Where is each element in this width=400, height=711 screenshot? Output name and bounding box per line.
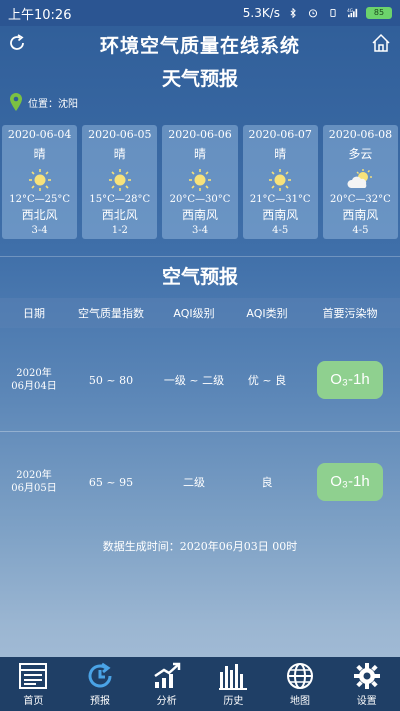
globe-icon <box>287 662 314 689</box>
forecast-clock-icon <box>88 662 112 687</box>
day-wind-level: 3-4 <box>31 225 48 236</box>
status-bar: 上午10:26 5.3K/s 4G 85 <box>0 0 400 26</box>
row-separator <box>0 431 400 432</box>
row-aqi-category: 优 ~ 良 <box>247 374 287 387</box>
day-wind: 西北风 <box>21 208 58 222</box>
svg-text:4G: 4G <box>347 8 353 13</box>
day-wind: 西南风 <box>262 208 299 222</box>
row-date: 2020年 06月05日 <box>0 469 68 495</box>
day-wind-level: 3-4 <box>191 225 209 236</box>
location: 位置：沈阳 <box>8 92 78 112</box>
weather-day-card: 2020-06-06 晴 20°C—30°C 西南风 3-4 <box>162 125 238 239</box>
title-bar: 环境空气质量在线系统 <box>0 26 400 62</box>
row-date-year: 2020年 <box>16 470 52 481</box>
day-date: 2020-06-08 <box>328 128 393 141</box>
nav-label: 首页 <box>23 695 44 707</box>
column-header-aqi-level: AQI级别 <box>173 307 215 320</box>
day-date: 2020-06-07 <box>248 128 312 141</box>
status-indicators: 5.3K/s 4G 85 <box>243 6 392 20</box>
row-aqi: 65 ~ 95 <box>88 475 134 489</box>
nav-label: 预报 <box>90 695 110 707</box>
air-section-title: 空气预报 <box>161 266 238 288</box>
bottom-nav: 首页 预报 分析 历史 地图 设置 <box>0 657 400 711</box>
home-doc-icon <box>19 662 48 689</box>
day-condition: 多云 <box>348 147 373 161</box>
history-bars-icon <box>219 663 248 690</box>
sun-icon <box>108 169 131 191</box>
day-condition: 晴 <box>33 147 46 161</box>
vibrate-icon <box>330 8 336 18</box>
nav-item-history[interactable]: 历史 <box>200 657 267 711</box>
weather-day-card: 2020-06-04 晴 12°C—25°C 西北风 3-4 <box>2 125 78 239</box>
table-row: 2020年 06月04日 50 ~ 80 一级 ~ 二级 优 ~ 良 O₃-1h <box>0 332 400 428</box>
bluetooth-icon <box>290 8 296 18</box>
column-header-aqi: 空气质量指数 <box>78 307 144 320</box>
nav-label: 分析 <box>156 695 177 707</box>
day-wind-level: 1-2 <box>111 225 128 236</box>
net-speed: 5.3K/s <box>242 6 280 20</box>
row-date-day: 06月05日 <box>11 483 57 494</box>
location-label: 位置：沈阳 <box>28 98 78 110</box>
refresh-icon[interactable] <box>6 32 28 54</box>
alarm-icon <box>308 9 318 18</box>
nav-item-settings[interactable]: 设置 <box>333 657 400 711</box>
day-wind-level: 4-5 <box>272 225 289 236</box>
row-aqi-level: 一级 ~ 二级 <box>163 374 225 387</box>
column-header-pollutant: 首要污染物 <box>322 307 378 320</box>
battery-icon: 85 <box>366 7 392 19</box>
pollutant-badge[interactable]: O₃-1h <box>317 361 383 399</box>
signal-icon: 4G <box>347 8 358 18</box>
day-wind: 西北风 <box>101 208 138 222</box>
table-row: 2020年 06月05日 65 ~ 95 二级 良 O₃-1h <box>0 434 400 530</box>
app-title: 环境空气质量在线系统 <box>99 34 300 57</box>
day-wind: 西南风 <box>342 208 379 222</box>
nav-item-analysis[interactable]: 分析 <box>133 657 200 711</box>
row-aqi: 50 ~ 80 <box>88 373 134 387</box>
weather-days: 2020-06-04 晴 12°C—25°C 西北风 3-4 2020-06-0… <box>2 125 399 239</box>
row-date-year: 2020年 <box>16 368 52 379</box>
day-wind-level: 4-5 <box>352 225 369 236</box>
nav-label: 地图 <box>290 695 311 707</box>
data-generated-time: 数据生成时间：2020年06月03日 00时 <box>102 540 298 553</box>
day-date: 2020-06-05 <box>88 128 152 141</box>
air-table-header: 日期 空气质量指数 AQI级别 AQI类别 首要污染物 <box>0 298 400 328</box>
location-pin-icon <box>10 93 22 111</box>
pollutant-badge[interactable]: O₃-1h <box>317 463 383 501</box>
day-temperature: 20°C—32°C <box>330 194 391 205</box>
sun-icon <box>269 169 292 191</box>
day-temperature: 15°C—28°C <box>89 194 151 205</box>
row-aqi-category: 良 <box>261 476 273 489</box>
status-time: 上午10:26 <box>8 7 72 23</box>
nav-item-forecast[interactable]: 预报 <box>67 657 134 711</box>
gear-icon <box>353 662 380 689</box>
home-icon[interactable] <box>370 32 392 54</box>
weather-section-title: 天气预报 <box>161 68 238 90</box>
day-date: 2020-06-06 <box>168 128 232 141</box>
nav-item-home[interactable]: 首页 <box>0 657 67 711</box>
day-wind: 西南风 <box>182 208 219 222</box>
weather-day-card: 2020-06-08 多云 20°C—32°C 西南风 4-5 <box>322 125 399 239</box>
cloudy-icon <box>347 169 373 188</box>
column-header-date: 日期 <box>23 307 45 320</box>
column-header-aqi-category: AQI类别 <box>246 307 288 320</box>
day-temperature: 20°C—30°C <box>169 194 231 205</box>
sun-icon <box>28 169 51 191</box>
row-date: 2020年 06月04日 <box>0 367 68 393</box>
row-date-day: 06月04日 <box>11 381 57 392</box>
sun-icon <box>189 169 211 191</box>
weather-day-card: 2020-06-05 晴 15°C—28°C 西北风 1-2 <box>82 125 158 239</box>
nav-label: 设置 <box>356 695 377 707</box>
day-condition: 晴 <box>274 147 287 161</box>
row-aqi-level: 二级 <box>183 476 205 489</box>
day-temperature: 21°C—31°C <box>249 194 311 205</box>
day-condition: 晴 <box>194 147 207 161</box>
day-date: 2020-06-04 <box>7 128 72 141</box>
day-condition: 晴 <box>113 147 126 161</box>
nav-item-map[interactable]: 地图 <box>267 657 334 711</box>
day-temperature: 12°C—25°C <box>9 194 70 205</box>
section-divider <box>0 256 400 257</box>
analysis-chart-icon <box>153 662 180 688</box>
weather-day-card: 2020-06-07 晴 21°C—31°C 西南风 4-5 <box>242 125 318 239</box>
nav-label: 历史 <box>223 695 244 707</box>
